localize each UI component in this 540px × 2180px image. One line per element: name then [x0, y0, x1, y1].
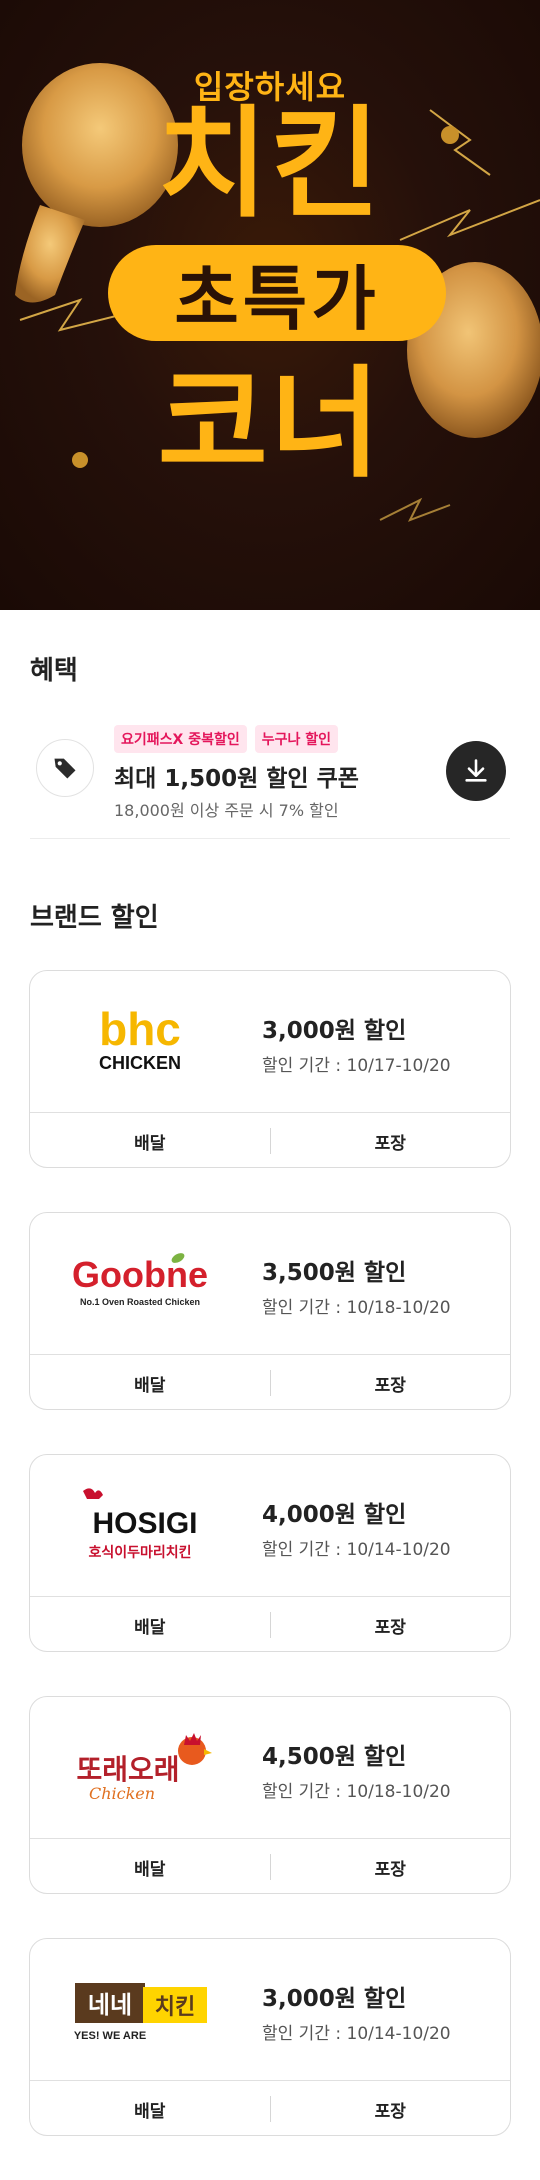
- brand-period: 할인 기간 : 10/18-10/20: [262, 1782, 451, 1802]
- brand-card-info[interactable]: 또래오래 Chicken 4,500원 할인 할인 기간 : 10/18-10/…: [30, 1697, 510, 1839]
- brand-deal: 3,000원 할인: [262, 1018, 407, 1044]
- brand-deal: 3,000원 할인: [262, 1986, 407, 2012]
- brand-actions: 배달 포장: [30, 1113, 511, 1167]
- brand-deal: 4,000원 할인: [262, 1502, 407, 1528]
- goobne-logo-text: Goobne: [72, 1254, 208, 1295]
- brand-period: 할인 기간 : 10/17-10/20: [262, 1056, 451, 1076]
- badge-everyone: 누구나 할인: [254, 725, 338, 753]
- hero-pill-text: 초특가: [174, 257, 380, 340]
- nene-logo-text: 네네: [88, 1991, 132, 2019]
- coupon-badges: 요기패스X 중복할인 누구나 할인: [114, 725, 338, 753]
- hosigi-logo: HOSIGI 호식이두마리치킨: [60, 1485, 220, 1567]
- brand-card-ttoraeorae[interactable]: 또래오래 Chicken 4,500원 할인 할인 기간 : 10/18-10/…: [29, 1696, 511, 1894]
- brand-deal: 3,500원 할인: [262, 1260, 407, 1286]
- brand-card-info[interactable]: HOSIGI 호식이두마리치킨 4,000원 할인 할인 기간 : 10/14-…: [30, 1455, 510, 1597]
- hosigi-logo-text: HOSIGI: [92, 1507, 197, 1540]
- brand-card-info[interactable]: bhc CHICKEN 3,000원 할인 할인 기간 : 10/17-10/2…: [30, 971, 510, 1113]
- delivery-button[interactable]: 배달: [30, 2097, 270, 2122]
- brand-period: 할인 기간 : 10/14-10/20: [262, 1540, 451, 1560]
- bhc-logo-subtext: CHICKEN: [99, 1053, 181, 1073]
- delivery-button[interactable]: 배달: [30, 1371, 270, 1396]
- badge-yogipass: 요기패스X 중복할인: [114, 725, 247, 753]
- coupon-item[interactable]: 요기패스X 중복할인 누구나 할인 최대 1,500원 할인 쿠폰 18,000…: [30, 725, 510, 839]
- brand-discount-title: 브랜드 할인: [30, 903, 159, 933]
- brand-actions: 배달 포장: [30, 1597, 511, 1651]
- brand-deal: 4,500원 할인: [262, 1744, 407, 1770]
- brand-card-hosigi[interactable]: HOSIGI 호식이두마리치킨 4,000원 할인 할인 기간 : 10/14-…: [29, 1454, 511, 1652]
- brand-period: 할인 기간 : 10/18-10/20: [262, 1298, 451, 1318]
- hero-title-line3: 코너: [157, 355, 383, 494]
- benefit-section: 혜택 요기패스X 중복할인 누구나 할인 최대 1,500원 할인 쿠폰 18,…: [0, 610, 540, 839]
- pickup-button[interactable]: 포장: [271, 1371, 511, 1396]
- hero-banner: 입장하세요 치킨 초특가 코너: [0, 0, 540, 610]
- brand-actions: 배달 포장: [30, 1839, 511, 1893]
- nene-logo-text-b: 치킨: [155, 1995, 195, 2020]
- coupon-download-button[interactable]: [446, 741, 506, 801]
- coupon-description: 18,000원 이상 주문 시 7% 할인: [114, 801, 339, 820]
- brand-card-bhc[interactable]: bhc CHICKEN 3,000원 할인 할인 기간 : 10/17-10/2…: [29, 970, 511, 1168]
- pickup-button[interactable]: 포장: [271, 1613, 511, 1638]
- download-icon: [465, 759, 487, 782]
- hero-title-line1: 치킨: [157, 95, 383, 234]
- hosigi-logo-subtext: 호식이두마리치킨: [88, 1544, 191, 1561]
- bhc-logo: bhc CHICKEN: [60, 1001, 220, 1083]
- brand-card-goobne[interactable]: Goobne No.1 Oven Roasted Chicken 3,500원 …: [29, 1212, 511, 1410]
- delivery-button[interactable]: 배달: [30, 1855, 270, 1880]
- nene-logo-subtext: YES! WE ARE: [74, 2030, 146, 2042]
- brand-card-nene[interactable]: 네네 치킨 YES! WE ARE 3,000원 할인 할인 기간 : 10/1…: [29, 1938, 511, 2136]
- delivery-button[interactable]: 배달: [30, 1129, 270, 1154]
- ttoraeorae-logo-subtext: Chicken: [89, 1784, 155, 1803]
- pickup-button[interactable]: 포장: [271, 1855, 511, 1880]
- brand-period: 할인 기간 : 10/14-10/20: [262, 2024, 451, 2044]
- ttoraeorae-logo: 또래오래 Chicken: [60, 1727, 220, 1809]
- tag-icon: [36, 739, 94, 797]
- brand-card-info[interactable]: 네네 치킨 YES! WE ARE 3,000원 할인 할인 기간 : 10/1…: [30, 1939, 510, 2081]
- brand-actions: 배달 포장: [30, 1355, 511, 1409]
- brand-discount-section: 브랜드 할인 bhc CHICKEN 3,000원 할인 할인 기간 : 10/…: [0, 839, 540, 2136]
- goobne-logo-subtext: No.1 Oven Roasted Chicken: [80, 1297, 200, 1307]
- coupon-title: 최대 1,500원 할인 쿠폰: [114, 766, 359, 792]
- benefit-title: 혜택: [30, 656, 78, 686]
- goobne-logo: Goobne No.1 Oven Roasted Chicken: [60, 1243, 220, 1325]
- pickup-button[interactable]: 포장: [271, 1129, 511, 1154]
- ttoraeorae-logo-text: 또래오래: [76, 1753, 179, 1786]
- delivery-button[interactable]: 배달: [30, 1613, 270, 1638]
- nene-logo: 네네 치킨 YES! WE ARE: [60, 1969, 220, 2051]
- hero-pill: 초특가: [108, 245, 446, 341]
- pickup-button[interactable]: 포장: [271, 2097, 511, 2122]
- bhc-logo-text: bhc: [99, 1003, 181, 1055]
- brand-actions: 배달 포장: [30, 2081, 511, 2135]
- brand-card-info[interactable]: Goobne No.1 Oven Roasted Chicken 3,500원 …: [30, 1213, 510, 1355]
- brand-list: bhc CHICKEN 3,000원 할인 할인 기간 : 10/17-10/2…: [0, 934, 540, 2136]
